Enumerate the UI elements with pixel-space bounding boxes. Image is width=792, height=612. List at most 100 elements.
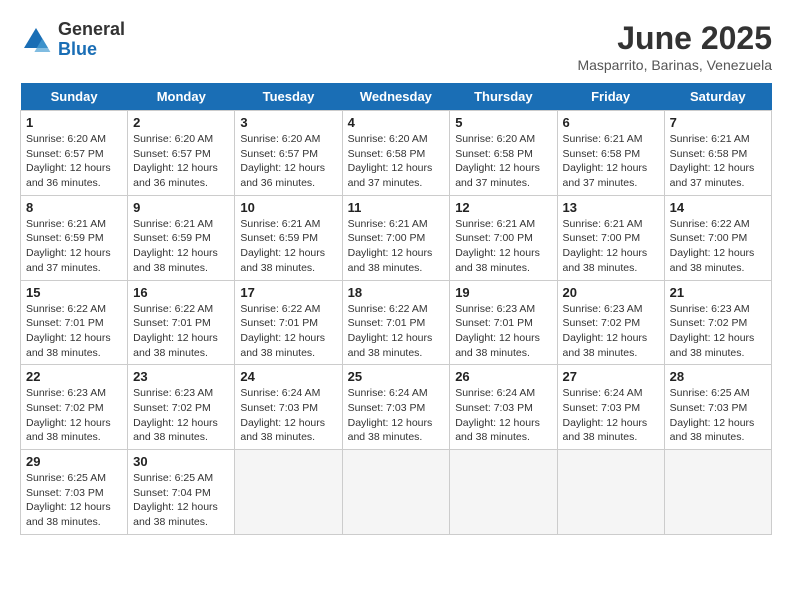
day-info-4: Sunrise: 6:20 AM Sunset: 6:58 PM Dayligh… — [348, 132, 445, 191]
day-cell-28: 28 Sunrise: 6:25 AM Sunset: 7:03 PM Dayl… — [664, 365, 771, 450]
day-info-19: Sunrise: 6:23 AM Sunset: 7:01 PM Dayligh… — [455, 302, 551, 361]
day-cell-14: 14 Sunrise: 6:22 AM Sunset: 7:00 PM Dayl… — [664, 195, 771, 280]
header-thursday: Thursday — [450, 83, 557, 111]
day-cell-21: 21 Sunrise: 6:23 AM Sunset: 7:02 PM Dayl… — [664, 280, 771, 365]
day-number-8: 8 — [26, 200, 122, 215]
day-cell-30: 30 Sunrise: 6:25 AM Sunset: 7:04 PM Dayl… — [128, 450, 235, 535]
day-cell-1: 1 Sunrise: 6:20 AM Sunset: 6:57 PM Dayli… — [21, 111, 128, 196]
day-info-16: Sunrise: 6:22 AM Sunset: 7:01 PM Dayligh… — [133, 302, 229, 361]
day-info-20: Sunrise: 6:23 AM Sunset: 7:02 PM Dayligh… — [563, 302, 659, 361]
day-cell-13: 13 Sunrise: 6:21 AM Sunset: 7:00 PM Dayl… — [557, 195, 664, 280]
logo-general: General — [58, 20, 125, 40]
day-info-13: Sunrise: 6:21 AM Sunset: 7:00 PM Dayligh… — [563, 217, 659, 276]
day-cell-24: 24 Sunrise: 6:24 AM Sunset: 7:03 PM Dayl… — [235, 365, 342, 450]
day-info-14: Sunrise: 6:22 AM Sunset: 7:00 PM Dayligh… — [670, 217, 766, 276]
week-row-5: 29 Sunrise: 6:25 AM Sunset: 7:03 PM Dayl… — [21, 450, 772, 535]
header-row: Sunday Monday Tuesday Wednesday Thursday… — [21, 83, 772, 111]
day-cell-22: 22 Sunrise: 6:23 AM Sunset: 7:02 PM Dayl… — [21, 365, 128, 450]
day-info-30: Sunrise: 6:25 AM Sunset: 7:04 PM Dayligh… — [133, 471, 229, 530]
day-cell-5: 5 Sunrise: 6:20 AM Sunset: 6:58 PM Dayli… — [450, 111, 557, 196]
day-number-1: 1 — [26, 115, 122, 130]
day-cell-16: 16 Sunrise: 6:22 AM Sunset: 7:01 PM Dayl… — [128, 280, 235, 365]
day-cell-9: 9 Sunrise: 6:21 AM Sunset: 6:59 PM Dayli… — [128, 195, 235, 280]
day-cell-27: 27 Sunrise: 6:24 AM Sunset: 7:03 PM Dayl… — [557, 365, 664, 450]
day-cell-17: 17 Sunrise: 6:22 AM Sunset: 7:01 PM Dayl… — [235, 280, 342, 365]
day-info-9: Sunrise: 6:21 AM Sunset: 6:59 PM Dayligh… — [133, 217, 229, 276]
day-number-23: 23 — [133, 369, 229, 384]
day-number-24: 24 — [240, 369, 336, 384]
day-cell-23: 23 Sunrise: 6:23 AM Sunset: 7:02 PM Dayl… — [128, 365, 235, 450]
day-info-11: Sunrise: 6:21 AM Sunset: 7:00 PM Dayligh… — [348, 217, 445, 276]
header-friday: Friday — [557, 83, 664, 111]
day-number-29: 29 — [26, 454, 122, 469]
empty-cell — [450, 450, 557, 535]
logo-text: General Blue — [58, 20, 125, 60]
day-cell-10: 10 Sunrise: 6:21 AM Sunset: 6:59 PM Dayl… — [235, 195, 342, 280]
empty-cell — [235, 450, 342, 535]
day-cell-18: 18 Sunrise: 6:22 AM Sunset: 7:01 PM Dayl… — [342, 280, 450, 365]
calendar-subtitle: Masparrito, Barinas, Venezuela — [577, 57, 772, 73]
day-number-15: 15 — [26, 285, 122, 300]
day-number-19: 19 — [455, 285, 551, 300]
day-info-22: Sunrise: 6:23 AM Sunset: 7:02 PM Dayligh… — [26, 386, 122, 445]
day-info-21: Sunrise: 6:23 AM Sunset: 7:02 PM Dayligh… — [670, 302, 766, 361]
day-number-30: 30 — [133, 454, 229, 469]
day-number-3: 3 — [240, 115, 336, 130]
calendar-table: Sunday Monday Tuesday Wednesday Thursday… — [20, 83, 772, 535]
day-cell-25: 25 Sunrise: 6:24 AM Sunset: 7:03 PM Dayl… — [342, 365, 450, 450]
day-cell-8: 8 Sunrise: 6:21 AM Sunset: 6:59 PM Dayli… — [21, 195, 128, 280]
day-info-1: Sunrise: 6:20 AM Sunset: 6:57 PM Dayligh… — [26, 132, 122, 191]
day-cell-12: 12 Sunrise: 6:21 AM Sunset: 7:00 PM Dayl… — [450, 195, 557, 280]
day-info-23: Sunrise: 6:23 AM Sunset: 7:02 PM Dayligh… — [133, 386, 229, 445]
day-cell-4: 4 Sunrise: 6:20 AM Sunset: 6:58 PM Dayli… — [342, 111, 450, 196]
day-info-15: Sunrise: 6:22 AM Sunset: 7:01 PM Dayligh… — [26, 302, 122, 361]
day-cell-11: 11 Sunrise: 6:21 AM Sunset: 7:00 PM Dayl… — [342, 195, 450, 280]
day-number-6: 6 — [563, 115, 659, 130]
calendar-body: 1 Sunrise: 6:20 AM Sunset: 6:57 PM Dayli… — [21, 111, 772, 535]
logo-icon — [20, 24, 52, 56]
logo-blue: Blue — [58, 40, 125, 60]
day-info-6: Sunrise: 6:21 AM Sunset: 6:58 PM Dayligh… — [563, 132, 659, 191]
day-number-14: 14 — [670, 200, 766, 215]
day-number-27: 27 — [563, 369, 659, 384]
day-cell-29: 29 Sunrise: 6:25 AM Sunset: 7:03 PM Dayl… — [21, 450, 128, 535]
day-number-20: 20 — [563, 285, 659, 300]
day-number-21: 21 — [670, 285, 766, 300]
day-cell-20: 20 Sunrise: 6:23 AM Sunset: 7:02 PM Dayl… — [557, 280, 664, 365]
day-cell-2: 2 Sunrise: 6:20 AM Sunset: 6:57 PM Dayli… — [128, 111, 235, 196]
day-number-13: 13 — [563, 200, 659, 215]
week-row-4: 22 Sunrise: 6:23 AM Sunset: 7:02 PM Dayl… — [21, 365, 772, 450]
day-number-28: 28 — [670, 369, 766, 384]
day-info-24: Sunrise: 6:24 AM Sunset: 7:03 PM Dayligh… — [240, 386, 336, 445]
day-cell-3: 3 Sunrise: 6:20 AM Sunset: 6:57 PM Dayli… — [235, 111, 342, 196]
day-info-18: Sunrise: 6:22 AM Sunset: 7:01 PM Dayligh… — [348, 302, 445, 361]
day-number-10: 10 — [240, 200, 336, 215]
day-info-7: Sunrise: 6:21 AM Sunset: 6:58 PM Dayligh… — [670, 132, 766, 191]
day-info-12: Sunrise: 6:21 AM Sunset: 7:00 PM Dayligh… — [455, 217, 551, 276]
header-sunday: Sunday — [21, 83, 128, 111]
day-number-2: 2 — [133, 115, 229, 130]
day-info-28: Sunrise: 6:25 AM Sunset: 7:03 PM Dayligh… — [670, 386, 766, 445]
day-number-22: 22 — [26, 369, 122, 384]
week-row-2: 8 Sunrise: 6:21 AM Sunset: 6:59 PM Dayli… — [21, 195, 772, 280]
day-cell-15: 15 Sunrise: 6:22 AM Sunset: 7:01 PM Dayl… — [21, 280, 128, 365]
page-header: General Blue June 2025 Masparrito, Barin… — [20, 20, 772, 73]
day-info-3: Sunrise: 6:20 AM Sunset: 6:57 PM Dayligh… — [240, 132, 336, 191]
empty-cell — [342, 450, 450, 535]
day-number-17: 17 — [240, 285, 336, 300]
header-tuesday: Tuesday — [235, 83, 342, 111]
day-cell-19: 19 Sunrise: 6:23 AM Sunset: 7:01 PM Dayl… — [450, 280, 557, 365]
calendar-title: June 2025 — [577, 20, 772, 57]
empty-cell — [664, 450, 771, 535]
day-info-17: Sunrise: 6:22 AM Sunset: 7:01 PM Dayligh… — [240, 302, 336, 361]
day-number-12: 12 — [455, 200, 551, 215]
day-number-7: 7 — [670, 115, 766, 130]
day-number-26: 26 — [455, 369, 551, 384]
day-info-27: Sunrise: 6:24 AM Sunset: 7:03 PM Dayligh… — [563, 386, 659, 445]
day-info-29: Sunrise: 6:25 AM Sunset: 7:03 PM Dayligh… — [26, 471, 122, 530]
logo: General Blue — [20, 20, 125, 60]
day-info-26: Sunrise: 6:24 AM Sunset: 7:03 PM Dayligh… — [455, 386, 551, 445]
title-area: June 2025 Masparrito, Barinas, Venezuela — [577, 20, 772, 73]
day-cell-7: 7 Sunrise: 6:21 AM Sunset: 6:58 PM Dayli… — [664, 111, 771, 196]
day-number-5: 5 — [455, 115, 551, 130]
